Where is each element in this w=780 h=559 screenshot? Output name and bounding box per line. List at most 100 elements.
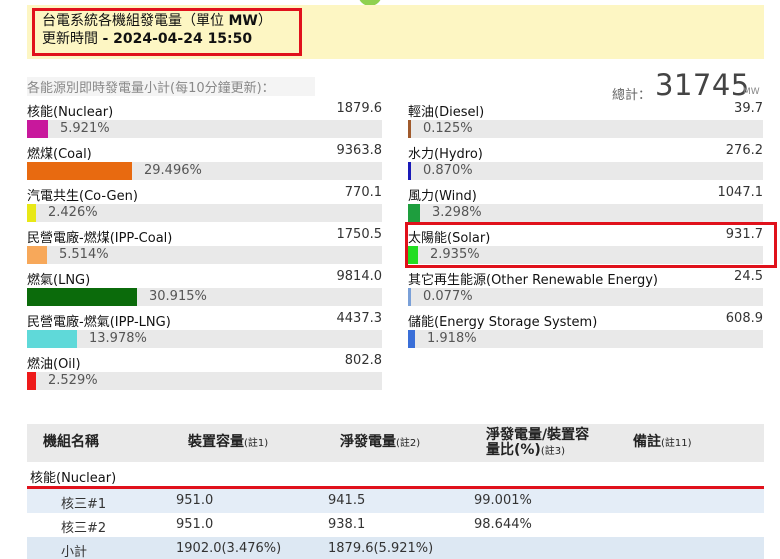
source-bar-fill [408, 288, 411, 306]
cell-name: 核三#1 [61, 497, 107, 512]
page-title: 台電系統各機組發電量（單位 MW） [42, 13, 272, 29]
source-name: 風力(Wind) [408, 189, 477, 204]
source-name: 其它再生能源(Other Renewable Energy) [408, 273, 658, 288]
source-bar-track: 0.870% [408, 162, 763, 180]
energy-sources-left: 核能(Nuclear) 1879.6 5.921% 燃煤(Coal) 9363.8 29.… [27, 100, 382, 394]
source-percent: 2.426% [48, 205, 98, 220]
source-item: 風力(Wind) 1047.1 3.298% [408, 184, 763, 226]
source-value: 770.1 [344, 185, 382, 200]
source-value: 1047.1 [717, 185, 764, 200]
cell-net: 1879.6(5.921%) [328, 541, 434, 556]
col-capacity[interactable]: 裝置容量(註1) [188, 435, 268, 451]
source-value: 802.8 [344, 353, 382, 368]
source-name: 核能(Nuclear) [27, 105, 114, 120]
col-unit-name[interactable]: 機組名稱 [43, 435, 99, 450]
total-value: 31745 [655, 68, 750, 102]
solar-highlight-frame [405, 222, 777, 268]
source-value: 1750.5 [336, 227, 383, 242]
source-value: 608.9 [725, 311, 763, 326]
source-value: 1879.6 [336, 101, 383, 116]
source-item: 民營電廠-燃氣(IPP-LNG) 4437.3 13.978% [27, 310, 382, 352]
source-item: 其它再生能源(Other Renewable Energy) 24.5 0.077% [408, 268, 763, 310]
table-row: 核三#2 951.0 938.1 98.644% [27, 513, 764, 537]
cell-net: 941.5 [328, 493, 366, 508]
source-name: 燃氣(LNG) [27, 273, 91, 288]
source-bar-fill [27, 246, 47, 264]
source-bar-fill [27, 288, 137, 306]
cell-capacity: 1902.0(3.476%) [176, 541, 282, 556]
source-bar-fill [27, 204, 36, 222]
source-name: 儲能(Energy Storage System) [408, 315, 598, 330]
update-time: 更新時間 - 2024-04-24 15:50 [42, 31, 253, 47]
source-percent: 3.298% [432, 205, 482, 220]
source-bar-track: 13.978% [27, 330, 382, 348]
source-name: 燃煤(Coal) [27, 147, 92, 162]
source-bar-fill [408, 162, 411, 180]
cell-ratio: 98.644% [474, 517, 532, 532]
source-value: 39.7 [734, 101, 763, 116]
source-item: 水力(Hydro) 276.2 0.870% [408, 142, 763, 184]
source-bar-fill [408, 330, 415, 348]
source-percent: 30.915% [149, 289, 207, 304]
source-bar-track: 30.915% [27, 288, 382, 306]
col-net-generation[interactable]: 淨發電量(註2) [340, 435, 420, 451]
source-bar-track: 0.077% [408, 288, 763, 306]
table-row-subtotal: 小計 1902.0(3.476%) 1879.6(5.921%) [27, 537, 764, 559]
source-value: 4437.3 [336, 311, 383, 326]
summary-subtitle: 各能源別即時發電量小計(每10分鐘更新)： [27, 77, 315, 96]
source-item: 燃煤(Coal) 9363.8 29.496% [27, 142, 382, 184]
source-item: 儲能(Energy Storage System) 608.9 1.918% [408, 310, 763, 352]
source-bar-fill [27, 162, 132, 180]
source-percent: 5.514% [59, 247, 109, 262]
source-item: 汽電共生(Co-Gen) 770.1 2.426% [27, 184, 382, 226]
source-value: 24.5 [734, 269, 763, 284]
source-item: 核能(Nuclear) 1879.6 5.921% [27, 100, 382, 142]
table-row: 核三#1 951.0 941.5 99.001% [27, 489, 764, 513]
generator-table: 機組名稱 裝置容量(註1) 淨發電量(註2) 淨發電量/裝置容 量比(%)(註3)… [27, 424, 764, 559]
total-unit: MW [743, 87, 760, 97]
source-bar-track: 2.426% [27, 204, 382, 222]
source-bar-track: 3.298% [408, 204, 763, 222]
source-percent: 1.918% [427, 331, 477, 346]
source-item: 燃氣(LNG) 9814.0 30.915% [27, 268, 382, 310]
table-header: 機組名稱 裝置容量(註1) 淨發電量(註2) 淨發電量/裝置容 量比(%)(註3)… [27, 424, 764, 462]
source-bar-fill [408, 204, 420, 222]
col-remark[interactable]: 備註(註11) [633, 435, 692, 451]
table-group-nuclear: 核能(Nuclear) [27, 462, 764, 489]
source-bar-track: 29.496% [27, 162, 382, 180]
source-name: 輕油(Diesel) [408, 105, 485, 120]
source-percent: 5.921% [60, 121, 110, 136]
source-bar-track: 0.125% [408, 120, 763, 138]
source-bar-track: 1.918% [408, 330, 763, 348]
source-value: 9363.8 [336, 143, 383, 158]
cell-capacity: 951.0 [176, 517, 214, 532]
col-ratio[interactable]: 淨發電量/裝置容 量比(%)(註3) [486, 428, 589, 459]
source-percent: 2.529% [48, 373, 98, 388]
source-name: 水力(Hydro) [408, 147, 483, 162]
source-value: 276.2 [725, 143, 763, 158]
cell-ratio: 99.001% [474, 493, 532, 508]
source-bar-track: 2.529% [27, 372, 382, 390]
source-bar-fill [408, 120, 411, 138]
source-item: 輕油(Diesel) 39.7 0.125% [408, 100, 763, 142]
cell-name: 核三#2 [61, 521, 107, 536]
source-name: 民營電廠-燃煤(IPP-Coal) [27, 231, 173, 246]
cell-name: 小計 [61, 545, 88, 559]
source-percent: 0.077% [423, 289, 473, 304]
source-percent: 0.125% [423, 121, 473, 136]
source-item: 民營電廠-燃煤(IPP-Coal) 1750.5 5.514% [27, 226, 382, 268]
source-name: 汽電共生(Co-Gen) [27, 189, 138, 204]
source-item: 燃油(Oil) 802.8 2.529% [27, 352, 382, 394]
source-name: 民營電廠-燃氣(IPP-LNG) [27, 315, 171, 330]
cell-net: 938.1 [328, 517, 366, 532]
source-bar-track: 5.514% [27, 246, 382, 264]
source-bar-fill [27, 330, 77, 348]
source-bar-fill [27, 120, 48, 138]
source-percent: 0.870% [423, 163, 473, 178]
cell-capacity: 951.0 [176, 493, 214, 508]
source-bar-track: 5.921% [27, 120, 382, 138]
source-bar-fill [27, 372, 36, 390]
source-value: 9814.0 [336, 269, 383, 284]
source-percent: 13.978% [89, 331, 147, 346]
source-percent: 29.496% [144, 163, 202, 178]
